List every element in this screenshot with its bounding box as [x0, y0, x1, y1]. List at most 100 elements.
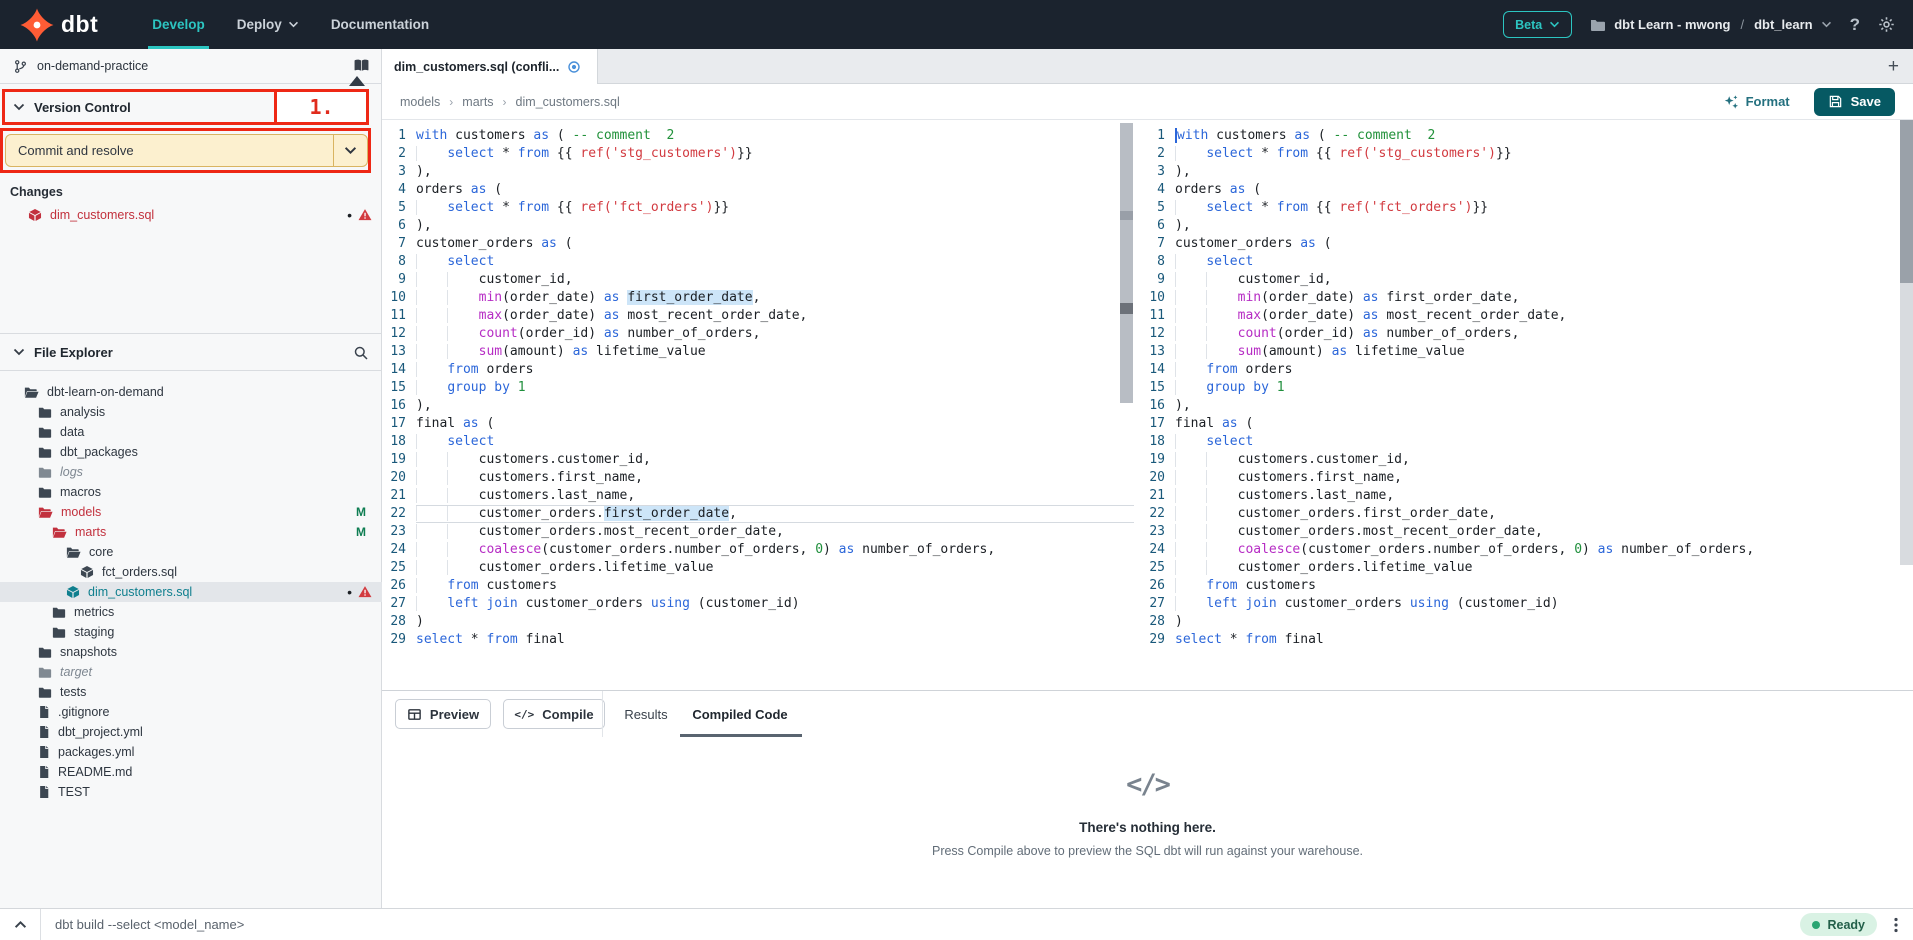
kebab-menu-icon[interactable] [1894, 917, 1898, 933]
beta-dropdown[interactable]: Beta [1503, 11, 1572, 38]
code-editor-left-pane[interactable]: 1with customers as ( -- comment 22 selec… [382, 120, 1134, 690]
tree-item-staging[interactable]: staging [0, 622, 382, 642]
tree-item-analysis[interactable]: analysis [0, 402, 382, 422]
tree-item-metrics[interactable]: metrics [0, 602, 382, 622]
commit-button-label: Commit and resolve [6, 135, 333, 166]
line-number: 19 [1141, 451, 1175, 469]
version-control-section-header[interactable]: Version Control [0, 89, 371, 125]
tree-item-logs[interactable]: logs [0, 462, 382, 482]
tree-item-label: dbt_project.yml [58, 725, 143, 739]
changed-file-row[interactable]: dim_customers.sql • [0, 204, 382, 226]
search-icon[interactable] [353, 345, 369, 364]
navbar-right: Beta dbt Learn - mwong / dbt_learn ? [1503, 11, 1913, 38]
code-text: min(order_date) as first_order_date, [1175, 289, 1913, 307]
code-editor-right-pane[interactable]: 1with customers as ( -- comment 22 selec… [1141, 120, 1913, 690]
code-line: 9 customer_id, [382, 271, 1134, 289]
line-number: 8 [1141, 253, 1175, 271]
tab-results[interactable]: Results [614, 691, 678, 737]
code-text: customer_orders as ( [1175, 235, 1913, 253]
editor-area: dim_customers.sql (confli... + models › … [382, 49, 1913, 908]
format-button[interactable]: Format [1723, 94, 1790, 110]
tree-item-snapshots[interactable]: snapshots [0, 642, 382, 662]
line-number: 17 [382, 415, 416, 433]
compile-label: Compile [542, 707, 593, 722]
line-number: 29 [1141, 631, 1175, 649]
editor-tab-dim-customers[interactable]: dim_customers.sql (confli... [382, 49, 598, 84]
tree-item-macros[interactable]: macros [0, 482, 382, 502]
code-line: 12 count(order_id) as number_of_orders, [1141, 325, 1913, 343]
code-text: left join customer_orders using (custome… [416, 595, 1134, 613]
new-tab-plus-icon[interactable]: + [1888, 54, 1899, 79]
code-text: select * from final [416, 631, 1134, 649]
tree-item-TEST[interactable]: TEST [0, 782, 382, 802]
code-line: 29select * from final [1141, 631, 1913, 649]
help-icon[interactable]: ? [1850, 15, 1860, 35]
breadcrumb-item[interactable]: marts [462, 95, 493, 109]
code-text: coalesce(customer_orders.number_of_order… [1175, 541, 1913, 559]
tree-item-label: .gitignore [58, 705, 109, 719]
empty-state-subtitle: Press Compile above to preview the SQL d… [382, 844, 1913, 858]
tree-item-core[interactable]: core [0, 542, 382, 562]
tree-item-target[interactable]: target [0, 662, 382, 682]
nav-documentation[interactable]: Documentation [315, 0, 445, 49]
compile-button[interactable]: </> Compile [503, 699, 605, 729]
git-branch-selector[interactable]: on-demand-practice [0, 49, 382, 84]
tree-item-.gitignore[interactable]: .gitignore [0, 702, 382, 722]
left-pane-scrollbar[interactable] [1120, 123, 1133, 683]
code-text: with customers as ( -- comment 2 [416, 127, 1134, 145]
commit-dropdown-caret[interactable] [333, 135, 367, 166]
code-text: from customers [1175, 577, 1913, 595]
tree-item-dbt_project.yml[interactable]: dbt_project.yml [0, 722, 382, 742]
account-breadcrumb[interactable]: dbt Learn - mwong / dbt_learn [1590, 17, 1831, 32]
code-line: 28) [382, 613, 1134, 631]
line-number: 27 [382, 595, 416, 613]
line-number: 27 [1141, 595, 1175, 613]
save-label: Save [1851, 94, 1881, 109]
code-text: customer_orders.most_recent_order_date, [416, 523, 1134, 541]
tree-item-README.md[interactable]: README.md [0, 762, 382, 782]
scrollbar-thumb[interactable] [1120, 123, 1133, 403]
table-grid-icon [407, 707, 422, 722]
account-name: dbt Learn - mwong [1614, 17, 1730, 32]
ready-status-badge: Ready [1800, 913, 1877, 936]
sidebar: on-demand-practice Version Control 1. Co… [0, 49, 382, 908]
file-explorer-section-header[interactable]: File Explorer [0, 333, 382, 371]
folder-icon [38, 646, 52, 659]
line-number: 3 [382, 163, 416, 181]
tree-item-marts[interactable]: martsM [0, 522, 382, 542]
right-pane-scrollbar[interactable] [1900, 120, 1913, 565]
tree-item-models[interactable]: modelsM [0, 502, 382, 522]
breadcrumb-item[interactable]: dim_customers.sql [516, 95, 620, 109]
scrollbar-thumb[interactable] [1900, 120, 1913, 283]
line-number: 5 [1141, 199, 1175, 217]
sparkles-icon [1723, 94, 1739, 110]
dbt-logo[interactable]: dbt [0, 8, 98, 42]
tab-compiled-code[interactable]: Compiled Code [678, 691, 802, 737]
tree-item-tests[interactable]: tests [0, 682, 382, 702]
preview-button[interactable]: Preview [395, 699, 491, 729]
chevron-down-icon [13, 348, 25, 356]
line-number: 9 [1141, 271, 1175, 289]
tree-item-dbt-learn-on-demand[interactable]: dbt-learn-on-demand [0, 382, 382, 402]
docs-book-icon[interactable] [353, 58, 370, 76]
line-number: 3 [1141, 163, 1175, 181]
commit-and-resolve-button[interactable]: Commit and resolve [5, 134, 368, 167]
tree-item-dim_customers.sql[interactable]: dim_customers.sql• [0, 582, 382, 602]
breadcrumb-item[interactable]: models [400, 95, 440, 109]
tree-item-packages.yml[interactable]: packages.yml [0, 742, 382, 762]
tree-item-data[interactable]: data [0, 422, 382, 442]
nav-develop[interactable]: Develop [136, 0, 221, 49]
tree-item-fct_orders.sql[interactable]: fct_orders.sql [0, 562, 382, 582]
code-line: 6), [382, 217, 1134, 235]
tree-item-label: metrics [74, 605, 114, 619]
nav-deploy[interactable]: Deploy [221, 0, 315, 49]
chevron-up-icon[interactable] [14, 920, 27, 929]
gear-icon[interactable] [1878, 16, 1895, 33]
code-text: customer_orders.first_order_date, [416, 505, 1134, 523]
code-text: sum(amount) as lifetime_value [1175, 343, 1913, 361]
line-number: 29 [382, 631, 416, 649]
tree-item-dbt_packages[interactable]: dbt_packages [0, 442, 382, 462]
command-input[interactable]: dbt build --select <model_name> [55, 917, 244, 932]
save-button[interactable]: Save [1814, 88, 1895, 116]
code-text: customers.customer_id, [1175, 451, 1913, 469]
